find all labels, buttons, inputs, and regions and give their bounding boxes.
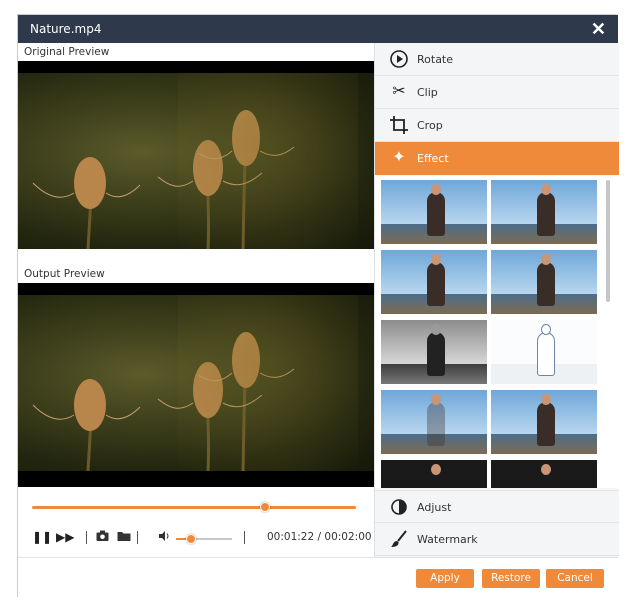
menu-item-adjust[interactable]: Adjust <box>375 490 619 523</box>
menu-item-label: Adjust <box>417 501 452 514</box>
effect-thumbnail-sketch[interactable] <box>491 320 597 384</box>
original-video-frame <box>18 73 374 249</box>
effects-gallery <box>375 176 619 488</box>
camera-icon[interactable] <box>96 530 109 545</box>
teasel-image <box>32 110 295 249</box>
separator <box>86 531 87 544</box>
effect-thumbnail[interactable] <box>381 250 487 314</box>
progress-handle[interactable] <box>260 502 271 512</box>
rotate-icon <box>389 49 409 69</box>
menu-item-crop[interactable]: Crop <box>375 109 619 142</box>
menu-item-label: Watermark <box>417 533 478 546</box>
adjust-icon <box>389 497 409 517</box>
volume-icon[interactable] <box>158 530 171 545</box>
teasel-image <box>32 332 295 471</box>
restore-button[interactable]: Restore <box>482 569 540 588</box>
progress-track[interactable] <box>32 506 356 509</box>
scissors-icon: ✂ <box>392 83 406 100</box>
output-preview-video <box>18 283 374 489</box>
title-bar: Nature.mp4 ✕ <box>18 15 618 43</box>
sparkle-icon: ✦ <box>392 149 406 166</box>
menu-item-label: Rotate <box>417 53 454 66</box>
current-time: 00:01:22 <box>267 531 315 543</box>
effect-thumbnail-soft[interactable] <box>381 390 487 454</box>
close-icon[interactable]: ✕ <box>591 19 606 40</box>
fast-forward-icon[interactable]: ▶▶ <box>56 530 74 544</box>
menu-item-label: Clip <box>417 86 438 99</box>
output-preview-label: Output Preview <box>24 268 105 280</box>
window-title: Nature.mp4 <box>30 22 102 36</box>
menu-item-clip[interactable]: ✂ Clip <box>375 76 619 109</box>
volume-handle[interactable] <box>185 534 196 544</box>
effect-thumbnail[interactable] <box>491 250 597 314</box>
menu-item-label: Effect <box>417 152 449 165</box>
menu-item-label: Crop <box>417 119 443 132</box>
time-separator: / <box>317 531 322 543</box>
edit-sidebar: Rotate ✂ Clip Crop ✦ Effect Adjust Water… <box>374 43 619 557</box>
crop-icon <box>389 115 409 135</box>
original-preview-label: Original Preview <box>24 46 110 58</box>
menu-item-rotate[interactable]: Rotate <box>375 43 619 76</box>
video-editor-window: Nature.mp4 ✕ Original Preview Output Pre… <box>17 14 619 598</box>
separator <box>244 531 245 544</box>
apply-button[interactable]: Apply <box>416 569 474 588</box>
pause-icon[interactable]: ❚❚ <box>32 530 52 544</box>
menu-item-watermark[interactable]: Watermark <box>375 523 619 556</box>
cancel-button[interactable]: Cancel <box>546 569 604 588</box>
effect-thumbnail[interactable] <box>381 180 487 244</box>
total-time: 00:02:00 <box>324 531 372 543</box>
original-preview-video <box>18 61 374 249</box>
menu-item-effect[interactable]: ✦ Effect <box>375 142 619 175</box>
folder-icon[interactable] <box>117 530 131 545</box>
effect-thumbnail[interactable] <box>491 180 597 244</box>
preview-panel: Original Preview Output Preview <box>18 43 374 543</box>
dialog-footer: Apply Restore Cancel <box>18 557 618 598</box>
effect-thumbnail-gray[interactable] <box>381 320 487 384</box>
separator <box>137 531 138 544</box>
time-display: 00:01:22 / 00:02:00 <box>267 531 372 543</box>
effects-scrollbar[interactable] <box>606 180 610 302</box>
player-controls: ❚❚ ▶▶ 00:01:22 / 00:02:00 <box>18 487 374 557</box>
output-video-frame <box>18 295 374 471</box>
effect-thumbnail[interactable] <box>491 390 597 454</box>
effect-thumbnail-dark[interactable] <box>381 460 487 488</box>
effect-thumbnail-dark[interactable] <box>491 460 597 488</box>
brush-icon <box>389 529 409 549</box>
